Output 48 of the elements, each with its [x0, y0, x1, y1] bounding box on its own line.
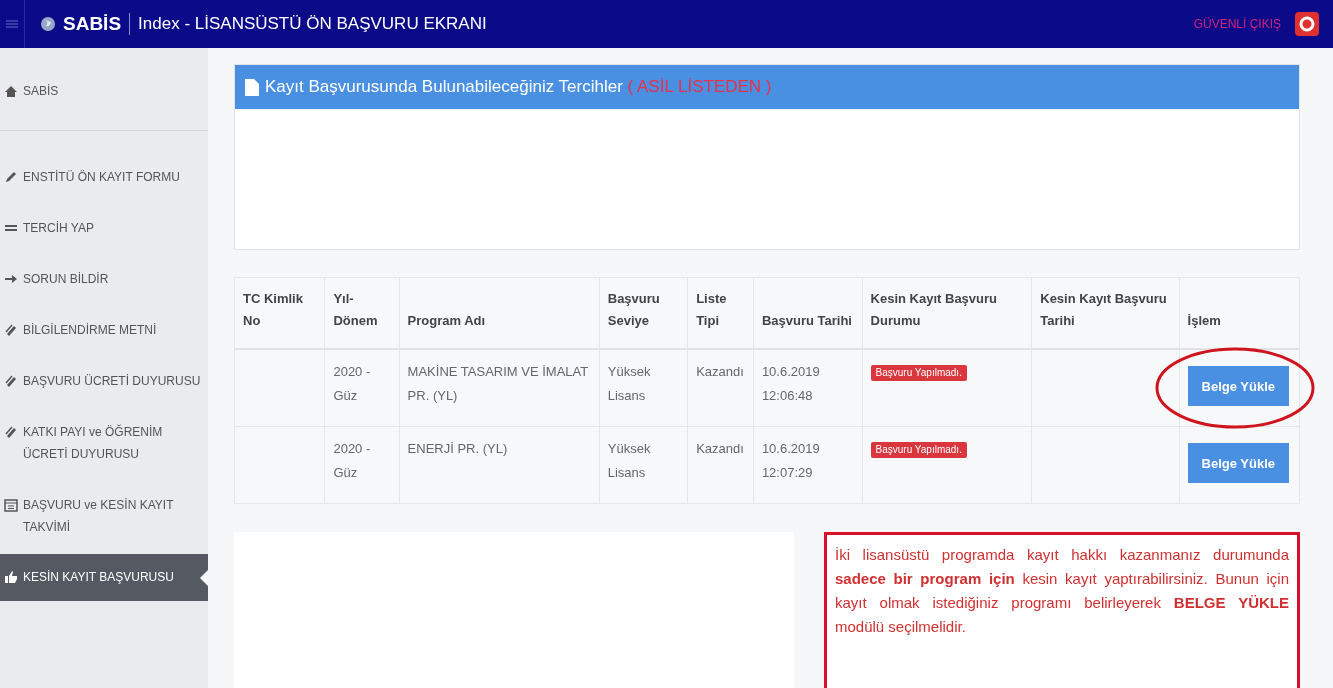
column-header: Liste Tipi	[687, 277, 754, 349]
table-cell: Kazandı	[687, 426, 754, 504]
sidebar-item[interactable]: SABİS	[0, 80, 208, 131]
table-cell: 10.6.2019 12:07:29	[753, 426, 863, 504]
column-header: Yıl-Dönem	[324, 277, 400, 349]
power-icon[interactable]	[1295, 12, 1319, 36]
sidebar-item[interactable]: BAŞVURU ve KESİN KAYIT TAKVİMİ	[0, 494, 208, 538]
arrow-icon	[4, 272, 18, 286]
table-cell: 2020 - Güz	[324, 426, 400, 504]
column-header: Başvuru Seviye	[599, 277, 688, 349]
calendar-icon	[4, 498, 18, 512]
panel-title: Kayıt Başvurusunda Bulunabileceğiniz Tercihler ( ASİL LİSTEDEN )	[265, 77, 772, 97]
paperclip-icon	[4, 323, 18, 337]
table-cell: MAKİNE TASARIM VE İMALAT PR. (YL)	[399, 349, 600, 427]
sidebar-item[interactable]: BİLGİLENDİRME METNİ	[0, 319, 208, 341]
paperclip-icon	[4, 425, 18, 439]
brand-name: SABİS	[63, 13, 131, 35]
status-badge: Başvuru Yapılmadı.	[870, 365, 967, 381]
document-icon	[245, 78, 259, 96]
sidebar-item[interactable]: BAŞVURU ÜCRETİ DUYURUSU	[0, 370, 208, 392]
sidebar-item[interactable]: TERCİH YAP	[0, 217, 208, 239]
active-pointer	[200, 570, 208, 586]
sidebar-item[interactable]: SORUN BİLDİR	[0, 268, 208, 290]
column-header: Kesin Kayıt Başvuru Tarihi	[1031, 277, 1180, 349]
table-cell: Yüksek Lisans	[599, 426, 688, 504]
home-icon	[4, 84, 18, 98]
table-cell: 10.6.2019 12:06:48	[753, 349, 863, 427]
thumbs-up-icon	[4, 570, 18, 584]
upload-button[interactable]: Belge Yükle	[1187, 443, 1290, 483]
paperclip-icon	[4, 374, 18, 388]
sidebar-item[interactable]: KATKI PAYI ve ÖĞRENİM ÜCRETİ DUYURUSU	[0, 421, 208, 465]
table-cell: 2020 - Güz	[324, 349, 400, 427]
sidebar-item[interactable]: KESİN KAYIT BAŞVURUSU	[0, 554, 208, 601]
column-header: Başvuru Tarihi	[753, 277, 863, 349]
column-header: Kesin Kayıt Başvuru Durumu	[862, 277, 1032, 349]
column-header: İşlem	[1179, 277, 1300, 349]
sidebar-item[interactable]: ENSTİTÜ ÖN KAYIT FORMU	[0, 166, 208, 188]
upload-button[interactable]: Belge Yükle	[1187, 366, 1290, 406]
table-cell: Yüksek Lisans	[599, 349, 688, 427]
column-header: Program Adı	[399, 277, 600, 349]
notice-text: İki lisansüstü programda kayıt hakkı kazanmanız durumunda sadece bir program için kesin kayıt yaptırabilirsiniz. Bunun için kayıt olmak istediğiniz programı belirleyerek BELGE YÜKLE modülü seçilmelidir.	[824, 532, 1300, 688]
column-header: TC Kimlik No	[234, 277, 325, 349]
globe-icon	[41, 17, 55, 31]
table-cell: Kazandı	[687, 349, 754, 427]
table-cell: ENERJİ PR. (YL)	[399, 426, 600, 504]
status-badge: Başvuru Yapılmadı.	[870, 442, 967, 458]
page-title: Index - LİSANSÜSTÜ ÖN BAŞVURU EKRANI	[138, 14, 487, 34]
pencil-icon	[4, 170, 18, 184]
